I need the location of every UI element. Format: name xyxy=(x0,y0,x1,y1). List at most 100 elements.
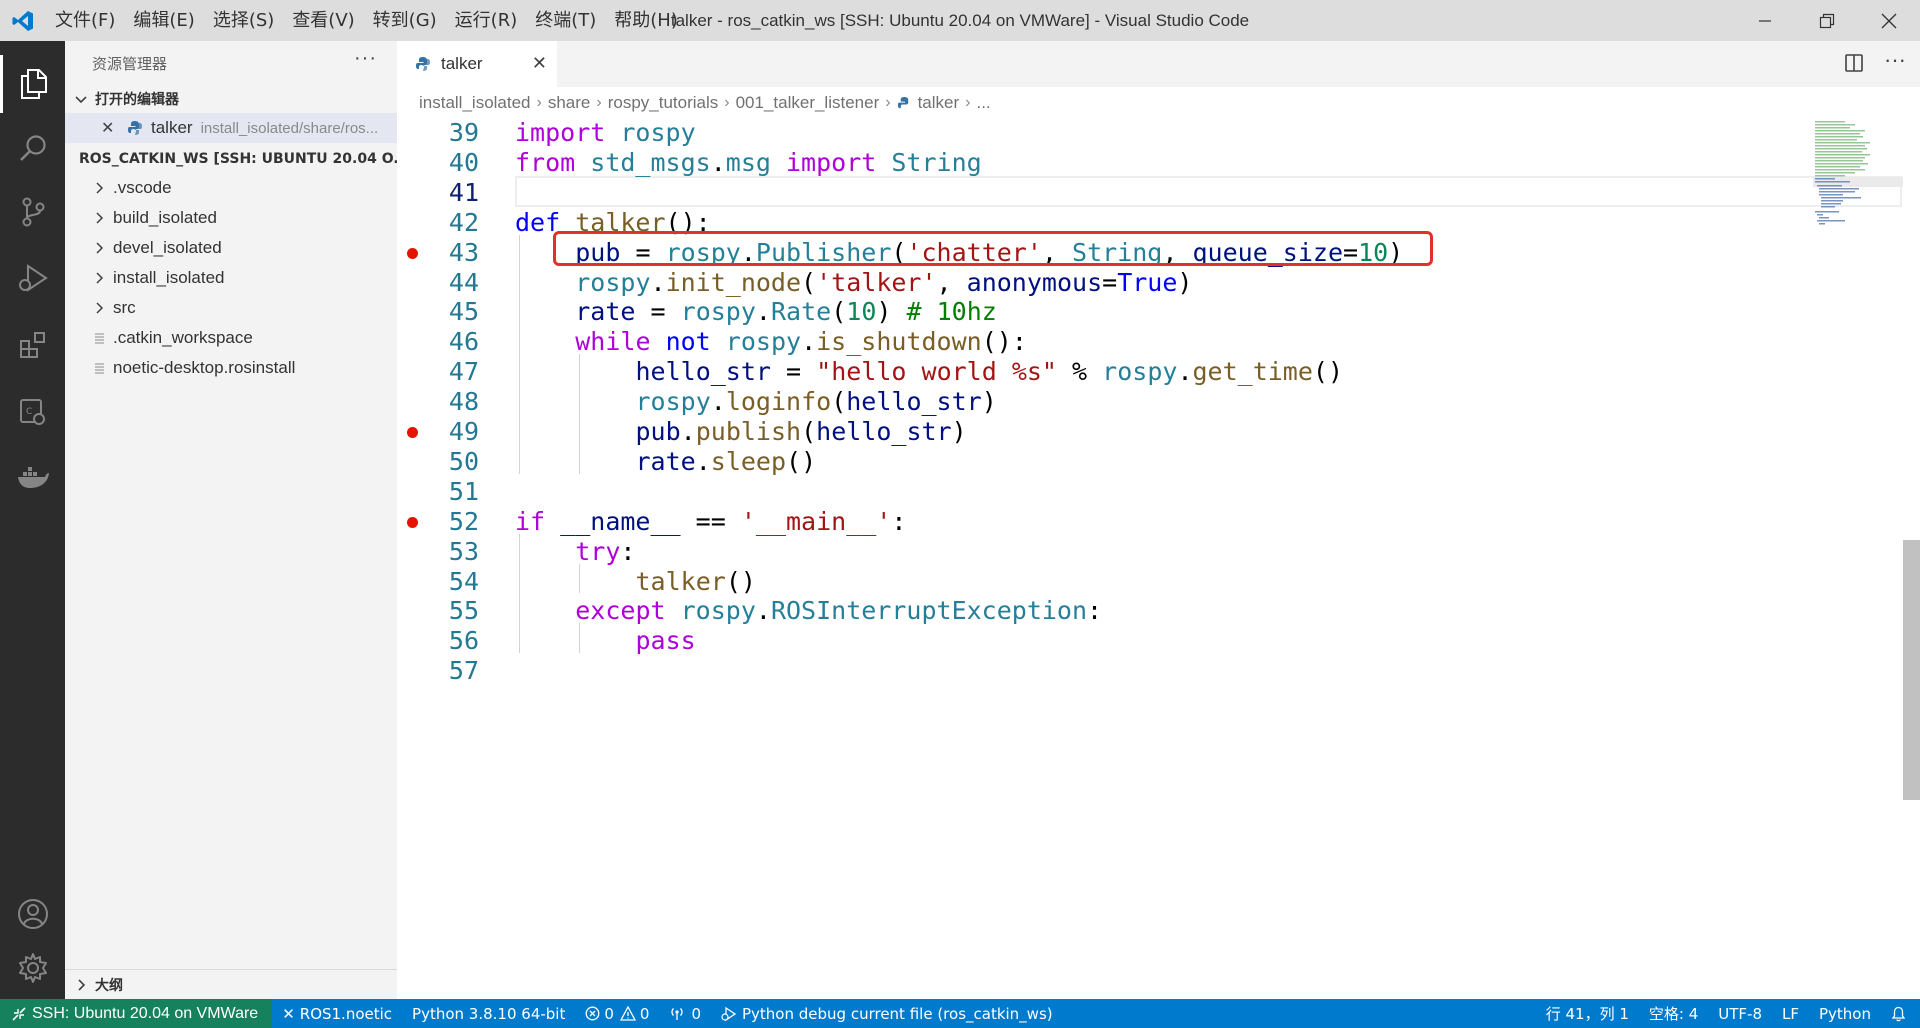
python-file-icon xyxy=(415,56,431,72)
menu-item[interactable]: 文件(F) xyxy=(46,0,124,41)
remote-explorer-icon[interactable]: C xyxy=(0,383,65,441)
menu-item[interactable]: 选择(S) xyxy=(204,0,283,41)
python-interpreter[interactable]: Python 3.8.10 64-bit xyxy=(402,999,575,1028)
docker-icon[interactable] xyxy=(0,449,65,507)
line-number: 57 xyxy=(448,656,479,686)
python-file-icon xyxy=(897,96,912,111)
menu-bar: 文件(F) 编辑(E) 选择(S) 查看(V) 转到(G) 运行(R) 终端(T) 帮助(H) xyxy=(46,0,687,41)
menu-item[interactable]: 终端(T) xyxy=(526,0,605,41)
search-icon[interactable] xyxy=(0,119,65,177)
split-editor-icon[interactable] xyxy=(1844,53,1864,78)
account-icon[interactable] xyxy=(0,885,65,943)
vscode-logo-icon xyxy=(0,0,46,41)
breadcrumb-separator-icon: › xyxy=(596,94,602,111)
breadcrumb-item[interactable]: ... xyxy=(976,93,990,113)
outline-section[interactable]: 大纲 xyxy=(65,969,397,999)
debug-config-label: Python debug current file (ros_catkin_ws… xyxy=(742,1004,1053,1023)
language-mode[interactable]: Python xyxy=(1809,999,1881,1028)
extensions-icon[interactable] xyxy=(0,316,65,374)
chevron-right-icon xyxy=(78,978,86,991)
tree-file[interactable]: noetic-desktop.rosinstall xyxy=(65,353,397,383)
indent-guide xyxy=(519,234,520,474)
tree-folder[interactable]: install_isolated xyxy=(65,263,397,293)
ros-icon: ✕ xyxy=(282,1004,295,1023)
end-of-line[interactable]: LF xyxy=(1772,999,1809,1028)
code-editor[interactable]: 39 import rospy 40 from std_msgs.msg import… xyxy=(397,119,1920,999)
breadcrumb-separator-icon: › xyxy=(885,94,891,111)
minimap[interactable] xyxy=(1813,119,1903,999)
explorer-sidebar: 资源管理器 ··· 打开的编辑器 ✕ talker install_isolat… xyxy=(65,41,397,999)
breadcrumb: install_isolated › share › rospy_tutorials › 0… xyxy=(397,87,1920,119)
menu-item[interactable]: 转到(G) xyxy=(364,0,446,41)
file-lines-icon xyxy=(95,333,104,344)
indentation[interactable]: 空格: 4 xyxy=(1639,999,1708,1028)
open-editor-path: install_isolated/share/ros... xyxy=(200,119,379,137)
indent-guide xyxy=(579,354,580,474)
tree-file[interactable]: .catkin_workspace xyxy=(65,323,397,353)
problems-status[interactable]: 0 0 xyxy=(575,999,659,1028)
breadcrumb-item[interactable]: install_isolated xyxy=(419,93,531,113)
tree-item-label: noetic-desktop.rosinstall xyxy=(113,358,296,377)
remote-icon xyxy=(12,1006,26,1021)
close-window-button[interactable] xyxy=(1858,0,1920,41)
notifications-bell-icon[interactable] xyxy=(1881,999,1920,1028)
chevron-right-icon xyxy=(96,302,104,314)
tree-folder[interactable]: .vscode xyxy=(65,173,397,203)
svg-text:C: C xyxy=(26,407,32,417)
breadcrumb-separator-icon: › xyxy=(965,94,971,111)
chevron-right-icon xyxy=(96,242,104,254)
source-control-icon[interactable] xyxy=(0,183,65,241)
run-debug-icon[interactable] xyxy=(0,249,65,307)
ports-count: 0 xyxy=(691,1004,701,1023)
error-count: 0 xyxy=(604,1004,614,1023)
activity-bar: C xyxy=(0,41,65,999)
close-icon[interactable]: ✕ xyxy=(101,118,119,138)
tree-folder[interactable]: src xyxy=(65,293,397,323)
menu-item[interactable]: 帮助(H) xyxy=(605,0,687,41)
chevron-right-icon xyxy=(96,272,104,284)
indent-guide xyxy=(519,533,520,654)
tab-talker[interactable]: talker ✕ xyxy=(397,41,557,87)
scrollbar-thumb[interactable] xyxy=(1903,540,1920,800)
restore-button[interactable] xyxy=(1796,0,1858,41)
tree-folder[interactable]: devel_isolated xyxy=(65,233,397,263)
annotation-highlight-box xyxy=(553,230,1433,267)
remote-indicator[interactable]: SSH: Ubuntu 20.04 on VMWare xyxy=(0,999,273,1028)
explorer-icon[interactable] xyxy=(0,55,65,113)
open-editors-section[interactable]: 打开的编辑器 xyxy=(65,85,397,113)
editor-more-actions-icon[interactable]: ··· xyxy=(1884,47,1906,73)
open-editors-title: 打开的编辑器 xyxy=(95,92,179,108)
more-actions-icon[interactable]: ··· xyxy=(354,47,377,70)
ports-status[interactable]: 0 xyxy=(659,999,711,1028)
open-editor-name: talker xyxy=(151,118,193,137)
python-interpreter-label: Python 3.8.10 64-bit xyxy=(412,1004,566,1023)
breadcrumb-item[interactable]: 001_talker_listener xyxy=(736,93,880,113)
encoding[interactable]: UTF-8 xyxy=(1708,999,1772,1028)
breadcrumb-item[interactable]: talker xyxy=(918,93,960,113)
indent-guide xyxy=(579,623,580,654)
tree-folder[interactable]: build_isolated xyxy=(65,203,397,233)
breadcrumb-item[interactable]: share xyxy=(548,93,591,113)
code-line[interactable]: 57 xyxy=(397,653,1817,690)
breadcrumb-separator-icon: › xyxy=(724,94,730,111)
tree-item-label: install_isolated xyxy=(113,268,225,287)
menu-item[interactable]: 运行(R) xyxy=(446,0,527,41)
menu-item[interactable]: 编辑(E) xyxy=(124,0,203,41)
outline-title: 大纲 xyxy=(95,977,123,994)
indent-guide xyxy=(579,563,580,594)
workspace-title: ROS_CATKIN_WS [SSH: UBUNTU 20.04 O... xyxy=(79,151,397,167)
tree-item-label: build_isolated xyxy=(113,208,217,227)
manage-gear-icon[interactable] xyxy=(0,939,65,997)
cursor-position[interactable]: 行 41，列 1 xyxy=(1536,999,1639,1028)
debug-config[interactable]: Python debug current file (ros_catkin_ws… xyxy=(711,999,1063,1028)
open-editor-item[interactable]: ✕ talker install_isolated/share/ros... xyxy=(65,113,397,143)
ros-status[interactable]: ✕ ROS1.noetic xyxy=(272,999,402,1028)
tree-item-label: .vscode xyxy=(113,178,172,197)
breadcrumb-item[interactable]: rospy_tutorials xyxy=(608,93,719,113)
tab-close-icon[interactable]: ✕ xyxy=(532,53,547,74)
menu-item[interactable]: 查看(V) xyxy=(283,0,363,41)
tree-item-label: src xyxy=(113,298,136,317)
minimize-button[interactable] xyxy=(1734,0,1796,41)
ros-label: ROS1.noetic xyxy=(299,1004,393,1023)
workspace-section[interactable]: ROS_CATKIN_WS [SSH: UBUNTU 20.04 O... xyxy=(65,145,397,173)
